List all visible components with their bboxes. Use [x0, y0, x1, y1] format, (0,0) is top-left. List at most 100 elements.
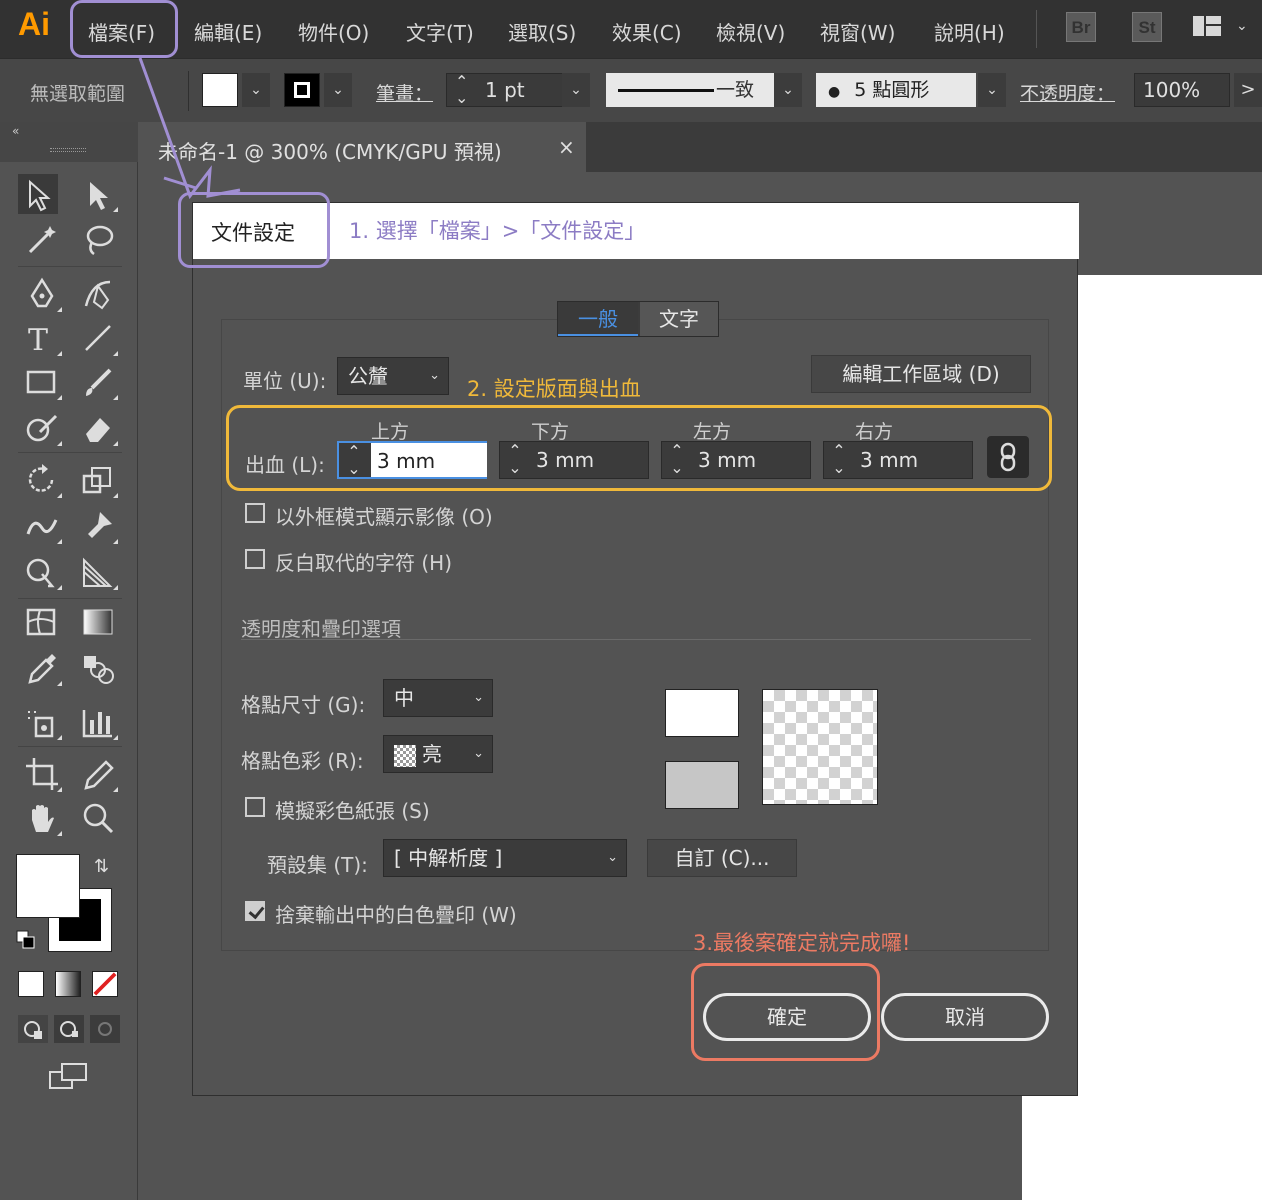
slice-tool-icon[interactable] [78, 754, 118, 794]
menu-object[interactable]: 物件(O) [298, 17, 369, 46]
simulate-paper-checkbox[interactable] [245, 797, 265, 817]
opacity-label[interactable]: 不透明度： [1020, 79, 1115, 106]
preset-select[interactable]: [ 中解析度 ] ⌄ [383, 839, 627, 877]
symbol-sprayer-tool-icon[interactable] [22, 702, 62, 742]
panel-grip[interactable] [50, 148, 86, 152]
line-segment-tool-icon[interactable] [78, 318, 118, 358]
bridge-badge[interactable]: Br [1066, 12, 1096, 42]
grid-colors-select[interactable]: 亮 ⌄ [383, 735, 493, 773]
swap-fill-stroke-icon[interactable]: ⇅ [94, 856, 109, 877]
menu-select[interactable]: 選取(S) [508, 17, 576, 46]
tab-type[interactable]: 文字 [640, 302, 718, 336]
lasso-tool-icon[interactable] [78, 220, 118, 260]
gradient-tool-icon[interactable] [78, 602, 118, 642]
fill-swatch[interactable] [16, 854, 80, 918]
menu-type[interactable]: 文字(T) [406, 17, 474, 46]
menu-effect[interactable]: 效果(C) [612, 17, 682, 46]
bleed-left-field[interactable]: ⌃ ⌄ 3 mm [661, 441, 811, 479]
type-tool-icon[interactable]: T [22, 318, 62, 358]
grid-size-label: 格點尺寸 (G): [241, 693, 366, 717]
transparency-section-title: 透明度和疊印選項 [241, 617, 401, 641]
draw-normal-icon[interactable] [18, 1015, 48, 1043]
draw-behind-icon[interactable] [54, 1015, 84, 1043]
grid-size-select[interactable]: 中 ⌄ [383, 679, 493, 717]
spinner-icon[interactable]: ⌃ ⌄ [339, 443, 369, 479]
column-graph-tool-icon[interactable] [78, 702, 118, 742]
paintbrush-tool-icon[interactable] [78, 362, 118, 402]
scale-tool-icon[interactable] [78, 460, 118, 500]
stroke-color-swatch[interactable] [284, 73, 320, 107]
cancel-button[interactable]: 取消 [881, 993, 1049, 1041]
grid-preview-gray[interactable] [665, 761, 739, 809]
chevron-down-icon[interactable]: ⌄ [1236, 18, 1248, 34]
chevron-down-icon[interactable]: ⌄ [324, 73, 352, 107]
opacity-field[interactable]: 100% [1134, 73, 1230, 107]
workspace-layout-icon[interactable] [1192, 14, 1222, 38]
gradient-mode-icon[interactable] [55, 971, 81, 997]
perspective-grid-tool-icon[interactable] [78, 552, 118, 592]
menu-window[interactable]: 視窗(W) [820, 17, 895, 46]
color-mode-icon[interactable] [18, 971, 44, 997]
document-tab-bar: 未命名-1 @ 300% (CMYK/GPU 預視) × [140, 122, 1262, 172]
menu-edit[interactable]: 編輯(E) [194, 17, 262, 46]
dialog-tabs: 一般 文字 [557, 301, 719, 337]
shaper-tool-icon[interactable] [22, 408, 62, 448]
outline-images-checkbox[interactable] [245, 503, 265, 523]
menu-help[interactable]: 說明(H) [934, 17, 1005, 46]
shape-builder-tool-icon[interactable] [22, 552, 62, 592]
default-fill-stroke-icon[interactable] [16, 930, 36, 950]
curvature-tool-icon[interactable] [78, 274, 118, 314]
fill-color-swatch[interactable] [202, 73, 238, 107]
pen-tool-icon[interactable] [22, 274, 62, 314]
chevron-down-icon[interactable]: ⌄ [978, 73, 1006, 107]
spinner-icon[interactable]: ⌃ ⌄ [500, 442, 530, 478]
direct-selection-tool-icon[interactable] [78, 174, 118, 214]
none-mode-icon[interactable] [92, 971, 118, 997]
spinner-icon[interactable]: ⌃ ⌄ [455, 74, 468, 106]
draw-inside-icon[interactable] [90, 1015, 120, 1043]
edit-artboards-button[interactable]: 編輯工作區域 (D) [811, 355, 1031, 393]
spinner-icon[interactable]: ⌃ ⌄ [662, 442, 692, 478]
discard-white-checkbox[interactable] [245, 901, 265, 921]
collapse-arrows-icon[interactable]: « [12, 124, 19, 138]
mesh-tool-icon[interactable] [22, 602, 62, 642]
chevron-down-icon[interactable]: ⌄ [774, 73, 802, 107]
close-icon[interactable]: × [558, 135, 575, 159]
link-bleed-button[interactable] [987, 436, 1029, 478]
units-select[interactable]: 公釐 ⌄ [337, 357, 449, 395]
brush-select[interactable]: ● 5 點圓形 [816, 73, 976, 107]
screen-mode-icon[interactable] [48, 1062, 90, 1092]
selection-tool-icon[interactable] [18, 174, 58, 214]
bleed-bottom-field[interactable]: ⌃ ⌄ 3 mm [499, 441, 649, 479]
zoom-tool-icon[interactable] [78, 798, 118, 838]
grid-preview-white[interactable] [665, 689, 739, 737]
artboard-tool-icon[interactable] [22, 754, 62, 794]
app-logo: Ai [18, 6, 50, 42]
control-divider [188, 71, 189, 111]
stroke-weight-field[interactable]: ⌃ ⌄ 1 pt [446, 73, 564, 107]
spinner-icon[interactable]: ⌃ ⌄ [824, 442, 854, 478]
tab-general[interactable]: 一般 [558, 302, 638, 336]
stock-badge[interactable]: St [1132, 12, 1162, 42]
rectangle-tool-icon[interactable] [22, 362, 62, 402]
eraser-tool-icon[interactable] [78, 408, 118, 448]
hand-tool-icon[interactable] [22, 798, 62, 838]
custom-button[interactable]: 自訂 (C)... [647, 839, 797, 877]
rotate-tool-icon[interactable] [22, 460, 62, 500]
ok-button[interactable]: 確定 [703, 993, 871, 1041]
warp-tool-icon[interactable] [22, 506, 62, 546]
bleed-top-field[interactable]: ⌃ ⌄ 3 mm [337, 441, 487, 479]
blend-tool-icon[interactable] [78, 648, 118, 688]
stroke-label[interactable]: 筆畫： [376, 79, 433, 106]
stroke-profile-select[interactable]: 一致 [606, 73, 802, 107]
chevron-down-icon[interactable]: ⌄ [562, 73, 590, 107]
magic-wand-tool-icon[interactable] [22, 220, 62, 260]
document-tab[interactable]: 未命名-1 @ 300% (CMYK/GPU 預視) × [140, 122, 586, 172]
highlight-glyphs-checkbox[interactable] [245, 549, 265, 569]
more-options-arrow[interactable]: > [1234, 73, 1262, 107]
eyedropper-tool-icon[interactable] [22, 648, 62, 688]
menu-view[interactable]: 檢視(V) [716, 17, 785, 46]
chevron-down-icon[interactable]: ⌄ [242, 73, 270, 107]
puppet-warp-tool-icon[interactable] [78, 506, 118, 546]
bleed-right-field[interactable]: ⌃ ⌄ 3 mm [823, 441, 973, 479]
